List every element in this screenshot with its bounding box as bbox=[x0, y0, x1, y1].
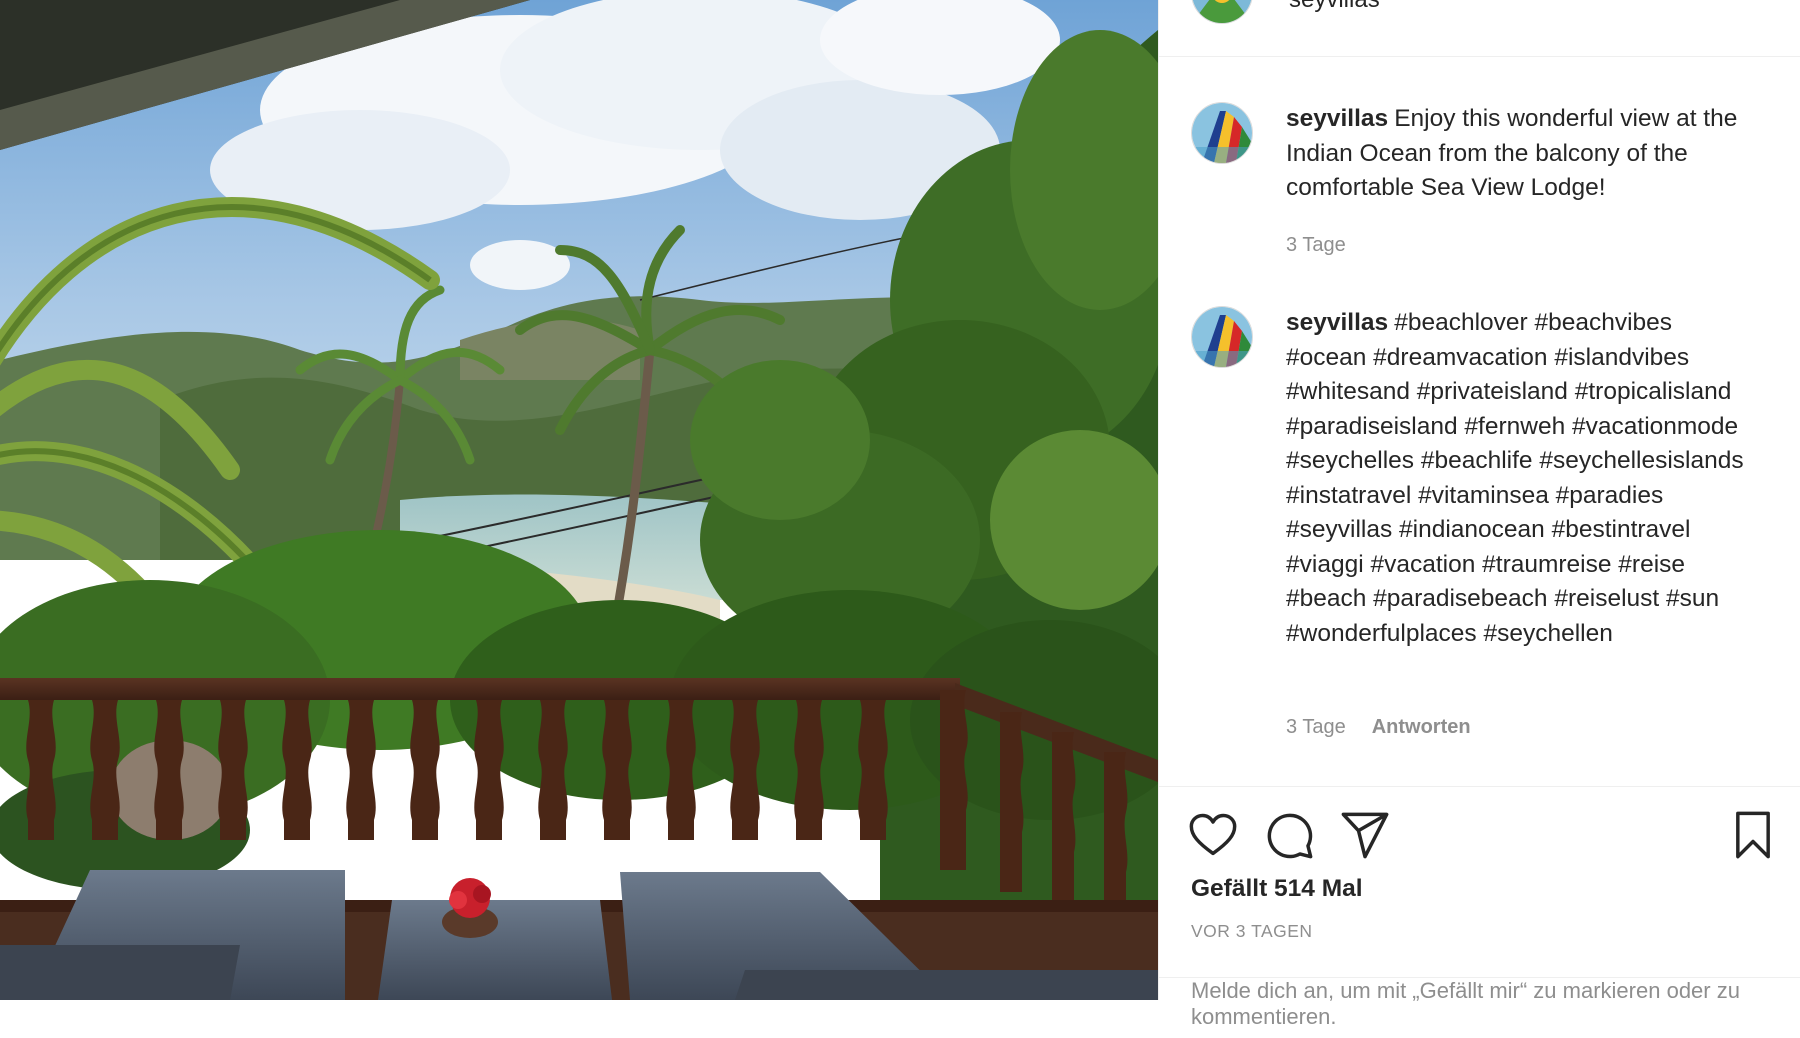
bookmark-icon bbox=[1736, 811, 1770, 859]
paper-plane-icon bbox=[1341, 812, 1389, 859]
like-count[interactable]: Gefällt 514 Mal bbox=[1191, 875, 1363, 903]
avatar[interactable] bbox=[1191, 306, 1253, 368]
comment-button[interactable] bbox=[1263, 809, 1315, 861]
comment-meta: 3 Tage Antworten bbox=[1286, 716, 1471, 739]
reply-button[interactable]: Antworten bbox=[1372, 716, 1471, 738]
caption-username[interactable]: seyvillas bbox=[1286, 105, 1388, 132]
comment-hashtags: #beachlover #beachvibes #ocean #dreamvac… bbox=[1286, 309, 1744, 647]
post-side-panel: seyvillas seyvillasEnjoy this wonderful … bbox=[1158, 0, 1800, 1029]
post-header: seyvillas bbox=[1159, 0, 1800, 57]
like-button[interactable] bbox=[1187, 809, 1239, 861]
save-button[interactable] bbox=[1727, 809, 1779, 861]
avatar[interactable] bbox=[1191, 102, 1253, 164]
post-photo[interactable] bbox=[0, 0, 1158, 1000]
comment-body: seyvillas #beachlover #beachvibes #ocean … bbox=[1286, 306, 1756, 651]
comment-age[interactable]: 3 Tage bbox=[1286, 716, 1346, 738]
caption-meta: 3 Tage bbox=[1286, 234, 1346, 257]
login-to-comment-text[interactable]: Melde dich an, um mit „Gefällt mir“ zu m… bbox=[1191, 978, 1800, 1030]
post-timestamp[interactable]: vor 3 Tagen bbox=[1191, 921, 1313, 942]
seychelles-flag-avatar-icon bbox=[1192, 307, 1252, 367]
avatar[interactable] bbox=[1191, 0, 1253, 24]
caption-age[interactable]: 3 Tage bbox=[1286, 234, 1346, 256]
seychelles-flag-avatar-icon bbox=[1192, 103, 1252, 163]
post-actions: Gefällt 514 Mal vor 3 Tagen Melde dich a… bbox=[1159, 786, 1800, 1029]
balcony-ocean-view-image bbox=[0, 0, 1158, 1000]
speech-bubble-icon bbox=[1267, 813, 1313, 859]
share-button[interactable] bbox=[1339, 809, 1391, 861]
caption-body: seyvillas Enjoy this wonderful view at th… bbox=[1286, 102, 1756, 206]
heart-outline-icon bbox=[1189, 813, 1237, 856]
seychelles-flag-avatar-icon bbox=[1192, 0, 1252, 23]
add-comment-section: Melde dich an, um mit „Gefällt mir“ zu m… bbox=[1159, 977, 1800, 1038]
header-username[interactable]: seyvillas bbox=[1289, 0, 1380, 14]
comment-username[interactable]: seyvillas bbox=[1286, 309, 1388, 336]
